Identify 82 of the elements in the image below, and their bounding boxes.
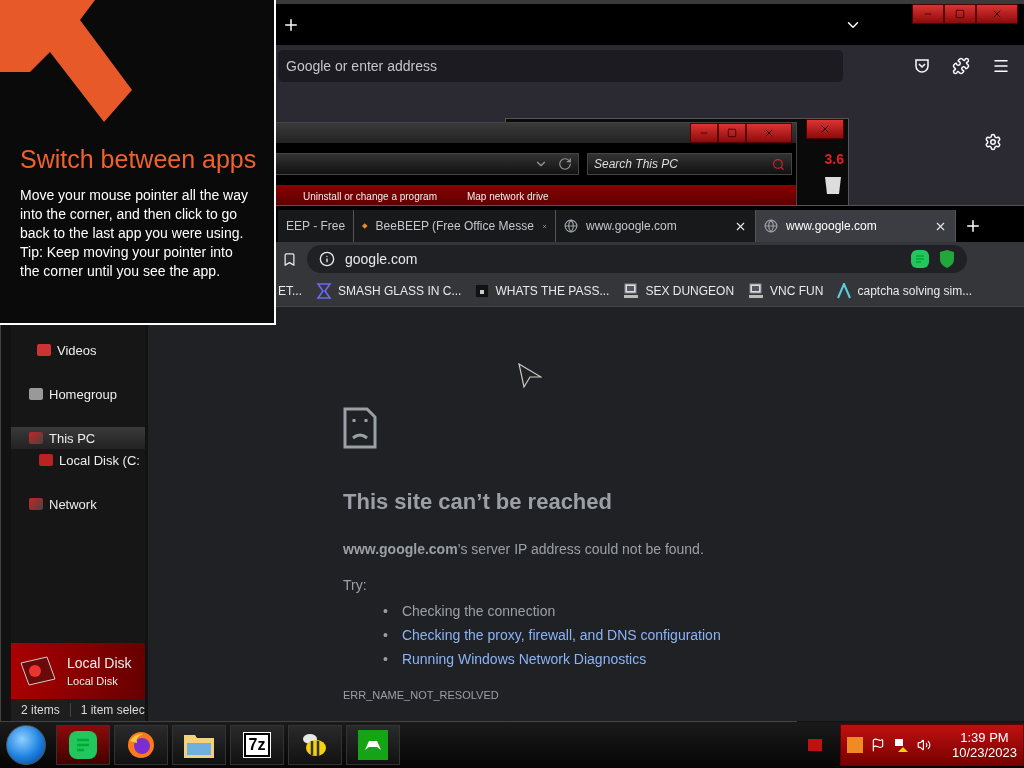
search-icon — [772, 157, 785, 171]
taskbar-app-button[interactable] — [172, 725, 226, 765]
close-button[interactable] — [976, 4, 1018, 24]
bookmark-item[interactable]: VNC FUN — [748, 283, 824, 299]
sad-page-icon — [343, 407, 377, 449]
error-heading: This site can’t be reached — [343, 489, 613, 515]
ribbon-command[interactable]: Map network drive — [466, 190, 549, 202]
close-icon — [991, 8, 1003, 20]
bullet: • — [383, 627, 388, 643]
browser-tab[interactable]: www.google.com — [556, 210, 756, 242]
nav-item[interactable]: Videos — [11, 339, 145, 361]
start-button[interactable] — [6, 725, 46, 765]
bookmark-item[interactable]: captcha solving sim... — [837, 283, 973, 299]
taskbar-app-button[interactable] — [288, 725, 342, 765]
close-button[interactable] — [806, 119, 844, 139]
new-tab-icon[interactable] — [964, 217, 982, 235]
nav-item[interactable]: Homegroup — [11, 383, 145, 405]
suggestion-text: Checking the connection — [401, 602, 556, 620]
extensions-icon[interactable] — [952, 57, 970, 75]
clock[interactable]: 1:39 PM 10/23/2023 — [951, 730, 1017, 760]
square-icon — [727, 128, 737, 138]
archive-app-icon: 7z — [243, 733, 271, 757]
ribbon-command[interactable]: Uninstall or change a program — [303, 190, 437, 202]
version-text: 3.6 — [824, 151, 844, 167]
address-field[interactable]: Google or enter address — [278, 50, 843, 82]
nav-item[interactable]: Local Disk (C: — [11, 449, 145, 471]
square-icon — [955, 9, 965, 19]
pocket-icon[interactable] — [914, 58, 930, 74]
taskbar-app-button[interactable] — [56, 725, 110, 765]
tip-text: Move your mouse pointer all the way into the corner, and then click to go back to the last app you were using. — [20, 186, 249, 243]
nav-item[interactable]: Network — [11, 493, 145, 515]
try-label: Try: — [343, 577, 368, 593]
tip-text: Tip: Keep moving your pointer into the corner until you see the app. — [20, 243, 234, 281]
bullet: • — [383, 603, 388, 619]
globe-icon — [564, 219, 578, 233]
flag-icon[interactable] — [871, 738, 885, 752]
bullet: • — [383, 651, 388, 667]
nav-item[interactable]: This PC — [11, 427, 145, 449]
maximize-button[interactable] — [718, 123, 746, 143]
search-field[interactable]: Search This PC — [587, 153, 792, 175]
browser-tab[interactable]: EEP - Free — [278, 210, 354, 242]
bookmark-item[interactable]: SMASH GLASS IN C... — [316, 283, 462, 299]
bookmark-item[interactable]: SEX DUNGEON — [623, 283, 735, 299]
taskbar-app-button[interactable] — [114, 725, 168, 765]
close-icon — [819, 123, 831, 135]
firefox-icon — [127, 731, 155, 759]
error-code: ERR_NAME_NOT_RESOLVED — [343, 689, 499, 701]
chat-extension-icon[interactable] — [911, 250, 929, 268]
close-button[interactable] — [746, 123, 792, 143]
bookmark-icon[interactable] — [282, 251, 297, 267]
globe-icon — [764, 219, 778, 233]
browser-tab[interactable]: BeeBEEP (Free Office Messe — [354, 210, 556, 242]
suggestion-link[interactable]: Running Windows Network Diagnostics — [401, 650, 647, 668]
details-title: Local Disk — [67, 655, 132, 671]
suggestion-link[interactable]: Checking the proxy, firewall, and DNS configuration — [401, 626, 721, 644]
browser-tab[interactable]: www.google.com — [756, 210, 956, 242]
shield-icon[interactable] — [939, 250, 955, 268]
settings-icon[interactable] — [984, 133, 1002, 151]
status-text: 2 items — [11, 703, 71, 717]
arrow-icon — [0, 0, 132, 122]
controller-icon — [358, 730, 388, 760]
cursor-icon — [518, 363, 542, 389]
address-bar[interactable]: google.com — [307, 245, 967, 273]
taskbar-app-button[interactable] — [346, 725, 400, 765]
refresh-icon[interactable] — [558, 157, 572, 171]
bookmark-icon — [475, 284, 490, 298]
tip-title: Switch between apps — [20, 145, 256, 174]
error-message: www.google.com’s server IP address could not be found. — [343, 541, 705, 557]
bookmark-item[interactable]: ET... — [278, 284, 302, 298]
minimize-button[interactable] — [912, 4, 944, 24]
minimize-button[interactable] — [690, 123, 718, 143]
lambda-icon — [837, 283, 852, 299]
close-icon — [763, 127, 775, 139]
restore-button[interactable] — [944, 4, 976, 24]
volume-icon[interactable] — [917, 738, 931, 752]
bookmark-item[interactable]: WHATS THE PASS... — [475, 284, 610, 298]
details-subtitle: Local Disk — [67, 675, 119, 687]
menu-icon[interactable] — [992, 57, 1010, 75]
bookmark-icon — [316, 283, 332, 299]
info-icon — [319, 251, 335, 267]
taskbar-app-button[interactable]: 7z — [230, 725, 284, 765]
chat-app-icon — [69, 731, 97, 759]
